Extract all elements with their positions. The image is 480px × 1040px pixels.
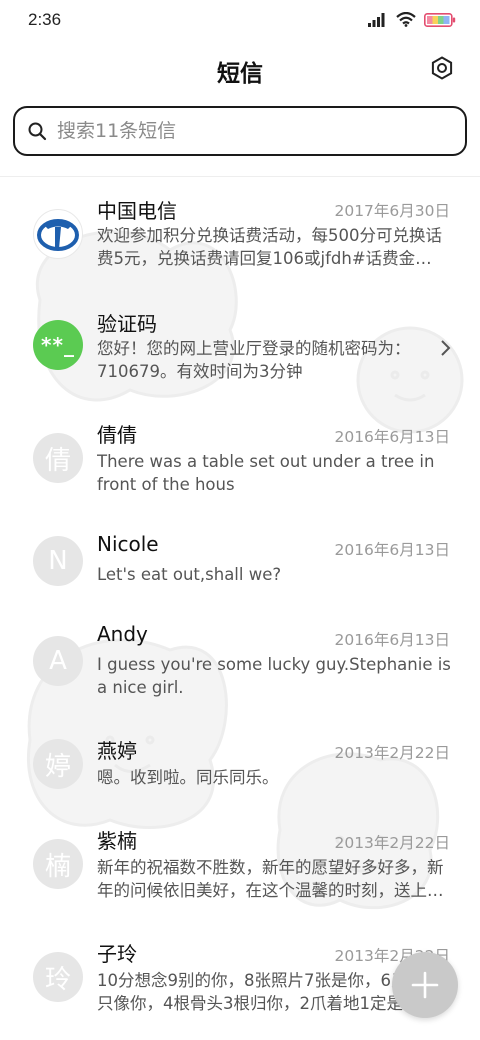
signal-icon: [368, 12, 385, 27]
message-preview: 欢迎参加积分兑换话费活动，每500分可兑换话费5元，兑换话费请回复106或jfd…: [97, 226, 442, 268]
compose-button[interactable]: [392, 952, 458, 1018]
message-preview: There was a table set out under a tree i…: [97, 452, 435, 494]
message-item[interactable]: 中国电信 2017年6月30日 欢迎参加积分兑换话费活动，每500分可兑换话费5…: [0, 183, 480, 295]
status-time: 2:36: [28, 10, 62, 29]
avatar: **_: [33, 320, 83, 370]
message-date: 2013年2月22日: [334, 744, 450, 762]
search-icon: [27, 121, 47, 141]
message-item[interactable]: A Andy 2016年6月13日 I guess you're some lu…: [0, 612, 480, 724]
header-divider: [0, 176, 480, 177]
message-date: 2016年6月13日: [334, 541, 450, 559]
avatar: [33, 209, 83, 259]
search-input[interactable]: [57, 120, 437, 142]
message-sender: 子玲: [97, 942, 137, 966]
avatar: A: [33, 636, 83, 686]
message-sender: 验证码: [97, 312, 157, 336]
avatar: 玲: [33, 952, 83, 1002]
avatar: 倩: [33, 433, 83, 483]
chevron-right-icon[interactable]: [438, 338, 452, 358]
message-preview: 新年的祝福数不胜数，新年的愿望好多好多，新年的问候依旧美好，在这个温馨的时刻，送…: [97, 858, 444, 900]
status-bar: 2:36: [0, 0, 480, 44]
message-date: 2016年6月13日: [334, 428, 450, 446]
message-preview: I guess you're some lucky guy.Stephanie …: [97, 655, 451, 697]
message-preview: 您好！您的网上营业厅登录的随机密码为：710679。有效时间为3分钟: [97, 339, 411, 381]
china-telecom-logo-icon: [37, 219, 79, 251]
status-icons: [368, 12, 456, 27]
message-sender: 倩倩: [97, 423, 137, 447]
message-date: 2016年6月13日: [334, 631, 450, 649]
settings-button[interactable]: [428, 54, 456, 82]
message-date: 2017年6月30日: [334, 202, 450, 220]
message-sender: 燕婷: [97, 739, 137, 763]
plus-icon: [411, 971, 439, 999]
title-bar: 短信: [0, 44, 480, 96]
avatar: 楠: [33, 839, 83, 889]
search-box[interactable]: [13, 106, 467, 156]
message-date: 2013年2月22日: [334, 834, 450, 852]
avatar: 婷: [33, 739, 83, 789]
message-preview: Let's eat out,shall we?: [97, 565, 282, 584]
battery-icon: [424, 12, 456, 27]
message-preview: 嗯。收到啦。同乐同乐。: [97, 768, 279, 787]
message-item[interactable]: **_ 验证码 您好！您的网上营业厅登录的随机密码为：710679。有效时间为3…: [0, 296, 480, 408]
page-title: 短信: [217, 61, 263, 87]
message-sender: Andy: [97, 622, 148, 646]
message-item[interactable]: 楠 紫楠 2013年2月22日 新年的祝福数不胜数，新年的愿望好多好多，新年的问…: [0, 815, 480, 927]
message-sender: 中国电信: [97, 199, 177, 223]
wifi-icon: [396, 12, 416, 27]
avatar: N: [33, 536, 83, 586]
message-item[interactable]: 倩 倩倩 2016年6月13日 There was a table set ou…: [0, 409, 480, 521]
message-sender: 紫楠: [97, 829, 137, 853]
message-sender: Nicole: [97, 532, 159, 556]
gear-icon: [431, 56, 453, 80]
